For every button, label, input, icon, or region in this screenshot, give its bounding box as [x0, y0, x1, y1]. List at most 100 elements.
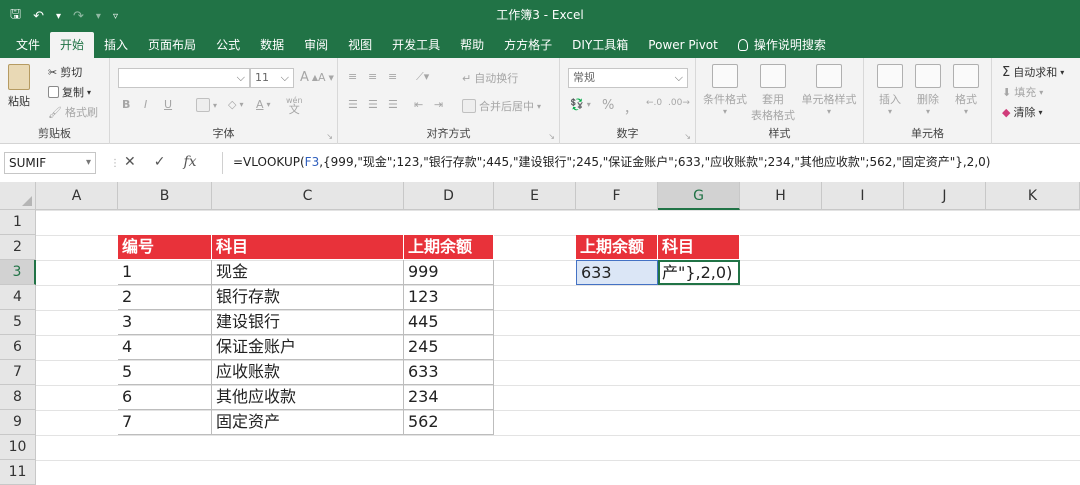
decrease-decimal-icon[interactable]: .00→ [668, 98, 690, 108]
fill-color-button[interactable]: ◇ ▾ [228, 98, 243, 111]
tab-insert[interactable]: 插入 [94, 32, 138, 58]
column-header-e[interactable]: E [494, 182, 576, 210]
fill-button[interactable]: ⬇ 填充 ▾ [1002, 84, 1043, 100]
align-right-icon[interactable]: ☰ [388, 98, 398, 111]
row-header-11[interactable]: 11 [0, 460, 36, 485]
number-dialog-launcher-icon[interactable]: ↘ [684, 132, 691, 141]
row-header-3[interactable]: 3 [0, 260, 36, 285]
align-top-icon[interactable]: ≡ [348, 70, 357, 83]
formula-input[interactable]: =VLOOKUP(F3,{999,"现金";123,"银行存款";445,"建设… [222, 152, 1080, 174]
table-cell-c4[interactable]: 银行存款 [212, 285, 404, 310]
conditional-formatting-button[interactable]: 条件格式 ▾ [700, 64, 750, 116]
row-header-4[interactable]: 4 [0, 285, 36, 310]
decrease-indent-icon[interactable]: ⇤ [414, 98, 423, 111]
autosum-button[interactable]: Σ 自动求和 ▾ [1002, 64, 1064, 80]
percent-button[interactable]: % [602, 98, 614, 113]
table-cell-b7[interactable]: 5 [118, 360, 212, 385]
tab-formulas[interactable]: 公式 [206, 32, 250, 58]
cancel-icon[interactable]: ✕ [124, 154, 136, 170]
table-cell-d7[interactable]: 633 [404, 360, 494, 385]
increase-decimal-icon[interactable]: ←.0 [646, 98, 662, 108]
column-header-j[interactable]: J [904, 182, 986, 210]
row-header-2[interactable]: 2 [0, 235, 36, 260]
number-format-combo[interactable]: 常规 ⌵ [568, 68, 688, 88]
tab-file[interactable]: 文件 [6, 32, 50, 58]
wrap-text-button[interactable]: ↵ 自动换行 [462, 70, 518, 86]
table-cell-c7[interactable]: 应收账款 [212, 360, 404, 385]
column-header-d[interactable]: D [404, 182, 494, 210]
enter-icon[interactable]: ✓ [154, 154, 166, 170]
table-cell-d9[interactable]: 562 [404, 410, 494, 435]
alignment-dialog-launcher-icon[interactable]: ↘ [548, 132, 555, 141]
column-header-f[interactable]: F [576, 182, 658, 210]
accounting-format-button[interactable]: 💱 ▾ [570, 98, 591, 111]
column-header-g[interactable]: G [658, 182, 740, 210]
underline-button[interactable]: U [164, 98, 172, 111]
table2-header-subject[interactable]: 科目 [658, 235, 740, 260]
spreadsheet-grid[interactable]: A B C D E F G H I J K 1 2 3 4 5 6 7 8 9 … [0, 182, 1080, 485]
table-cell-c3[interactable]: 现金 [212, 260, 404, 285]
font-color-button[interactable]: A ▾ [256, 98, 271, 111]
table-cell-c9[interactable]: 固定资产 [212, 410, 404, 435]
table-cell-d4[interactable]: 123 [404, 285, 494, 310]
insert-cells-button[interactable]: 插入 ▾ [872, 64, 908, 116]
table-cell-d3[interactable]: 999 [404, 260, 494, 285]
format-cells-button[interactable]: 格式 ▾ [948, 64, 984, 116]
tab-diy-toolbox[interactable]: DIY工具箱 [562, 32, 638, 58]
shrink-font-button[interactable]: A ▼ [318, 71, 334, 84]
lookup-value-cell-f3[interactable]: 633 [576, 260, 658, 285]
tab-data[interactable]: 数据 [250, 32, 294, 58]
align-center-icon[interactable]: ☰ [368, 98, 378, 111]
format-painter-button[interactable]: 🖌 格式刷 [48, 104, 98, 120]
paste-button[interactable]: 粘贴 [8, 64, 30, 109]
tab-view[interactable]: 视图 [338, 32, 382, 58]
font-dialog-launcher-icon[interactable]: ↘ [326, 132, 333, 141]
format-as-table-button[interactable]: 套用 表格格式 [750, 64, 796, 123]
table1-header-id[interactable]: 编号 [118, 235, 212, 260]
column-header-b[interactable]: B [118, 182, 212, 210]
column-header-h[interactable]: H [740, 182, 822, 210]
align-left-icon[interactable]: ☰ [348, 98, 358, 111]
table-cell-b5[interactable]: 3 [118, 310, 212, 335]
font-size-combo[interactable]: 11 ⌵ [250, 68, 294, 88]
cell-styles-button[interactable]: 单元格样式 ▾ [798, 64, 860, 116]
name-box[interactable]: SUMIF ▾ [4, 152, 96, 174]
merge-center-button[interactable]: 合并后居中 ▾ [462, 98, 541, 114]
table-cell-c5[interactable]: 建设银行 [212, 310, 404, 335]
increase-indent-icon[interactable]: ⇥ [434, 98, 443, 111]
tab-developer[interactable]: 开发工具 [382, 32, 450, 58]
table-cell-c6[interactable]: 保证金账户 [212, 335, 404, 360]
tab-power-pivot[interactable]: Power Pivot [638, 32, 728, 58]
tell-me-search[interactable]: 操作说明搜索 [728, 32, 836, 58]
insert-function-icon[interactable]: fx [183, 154, 196, 170]
table2-header-balance[interactable]: 上期余额 [576, 235, 658, 260]
table-cell-b9[interactable]: 7 [118, 410, 212, 435]
table1-header-subject[interactable]: 科目 [212, 235, 404, 260]
bold-button[interactable]: B [122, 98, 130, 111]
comma-button[interactable]: ， [624, 98, 637, 117]
column-header-k[interactable]: K [986, 182, 1080, 210]
align-bottom-icon[interactable]: ≡ [388, 70, 397, 83]
table-cell-b6[interactable]: 4 [118, 335, 212, 360]
borders-button[interactable]: ▾ [196, 98, 217, 112]
select-all-button[interactable] [0, 182, 36, 210]
column-header-c[interactable]: C [212, 182, 404, 210]
table-cell-c8[interactable]: 其他应收款 [212, 385, 404, 410]
column-header-a[interactable]: A [36, 182, 118, 210]
italic-button[interactable]: I [144, 98, 147, 111]
column-header-i[interactable]: I [822, 182, 904, 210]
table-cell-d5[interactable]: 445 [404, 310, 494, 335]
table-cell-b8[interactable]: 6 [118, 385, 212, 410]
align-middle-icon[interactable]: ≡ [368, 70, 377, 83]
tab-fangfang[interactable]: 方方格子 [494, 32, 562, 58]
tab-page-layout[interactable]: 页面布局 [138, 32, 206, 58]
clear-button[interactable]: ◆ 清除 ▾ [1002, 104, 1042, 120]
tab-review[interactable]: 审阅 [294, 32, 338, 58]
row-header-9[interactable]: 9 [0, 410, 36, 435]
row-header-6[interactable]: 6 [0, 335, 36, 360]
table-cell-d6[interactable]: 245 [404, 335, 494, 360]
active-cell-g3[interactable]: 产"},2,0) [658, 260, 740, 285]
tab-help[interactable]: 帮助 [450, 32, 494, 58]
cut-button[interactable]: ✂ 剪切 [48, 64, 82, 80]
copy-button[interactable]: 复制 ▾ [48, 84, 91, 100]
